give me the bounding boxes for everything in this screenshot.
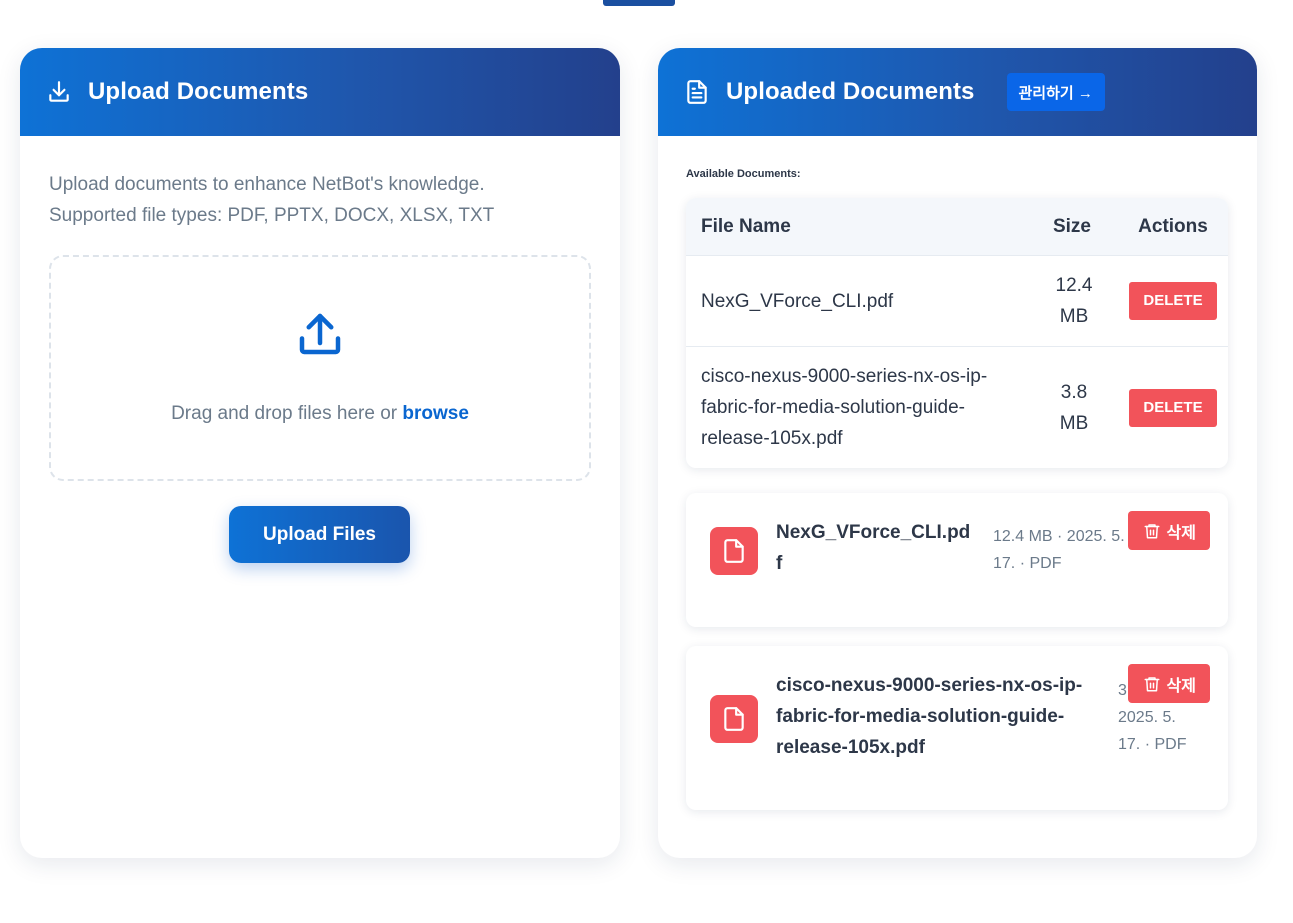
upload-panel-title: Upload Documents [88,78,309,105]
file-size-cell: 3.8 MB [1026,377,1118,439]
upload-icon [293,307,347,361]
delete-label: 삭제 [1166,677,1196,695]
manage-button[interactable]: 관리하기 → [1006,73,1105,111]
delete-document-button[interactable]: 삭제 [1127,664,1210,703]
actions-cell: DELETE [1118,282,1228,320]
delete-button[interactable]: DELETE [1129,282,1217,320]
dropzone-text: Drag and drop files here or browse [171,403,469,425]
documents-panel-header: Uploaded Documents 관리하기 → [658,48,1257,136]
documents-table: File Name Size Actions NexG_VForce_CLI.p… [686,198,1228,468]
document-card: NexG_VForce_CLI.pdf 12.4 MB · 2025. 5. 1… [686,493,1228,627]
browse-link[interactable]: browse [402,403,469,424]
file-name-cell: cisco-nexus-9000-series-nx-os-ip-fabric-… [686,361,1026,454]
document-name: NexG_VForce_CLI.pdf [776,522,971,574]
trash-icon [1143,522,1161,540]
upload-files-button[interactable]: Upload Files [229,506,410,563]
table-row: NexG_VForce_CLI.pdf 12.4 MB DELETE [686,256,1228,347]
upload-documents-panel: Upload Documents Upload documents to enh… [20,48,620,858]
document-card: cisco-nexus-9000-series-nx-os-ip-fabric-… [686,646,1228,810]
document-meta: 12.4 MB · 2025. 5. 17. · PDF [993,528,1125,572]
document-icon [684,79,710,105]
file-name-cell: NexG_VForce_CLI.pdf [701,290,894,312]
file-size-value: 3.8 [1060,381,1088,403]
document-name: cisco-nexus-9000-series-nx-os-ip-fabric-… [776,675,1083,758]
file-icon [710,695,758,743]
upload-description-line1: Upload documents to enhance NetBot's kno… [49,174,485,195]
uploaded-documents-panel: Uploaded Documents 관리하기 → Available Docu… [658,48,1257,858]
delete-label: 삭제 [1166,524,1196,542]
actions-cell: DELETE [1118,388,1228,427]
table-header: File Name Size Actions [686,198,1228,256]
supported-file-types: Supported file types: PDF, PPTX, DOCX, X… [49,205,495,226]
upload-description: Upload documents to enhance NetBot's kno… [20,136,620,231]
dropzone-instruction: Drag and drop files here or [171,403,398,424]
file-size-cell: 12.4 MB [1026,270,1118,332]
file-size-unit: MB [1059,412,1089,434]
trash-icon [1143,675,1161,693]
file-icon [710,527,758,575]
column-file-name: File Name [701,215,791,237]
top-accent-bar [603,0,675,6]
file-size-value: 12.4 [1055,275,1093,296]
file-name-text: cisco-nexus-9000-series-nx-os-ip-fabric-… [701,366,988,449]
available-documents-label: Available Documents: [686,168,801,180]
file-size-unit: MB [1059,306,1089,327]
file-dropzone[interactable]: Drag and drop files here or browse [49,255,591,481]
documents-panel-title: Uploaded Documents [726,78,975,105]
column-actions: Actions [1138,215,1208,237]
delete-document-button[interactable]: 삭제 [1127,511,1210,550]
column-size: Size [1052,215,1092,237]
table-row: cisco-nexus-9000-series-nx-os-ip-fabric-… [686,347,1228,468]
download-icon [46,79,72,105]
delete-button[interactable]: DELETE [1129,388,1217,427]
upload-panel-header: Upload Documents [20,48,620,136]
